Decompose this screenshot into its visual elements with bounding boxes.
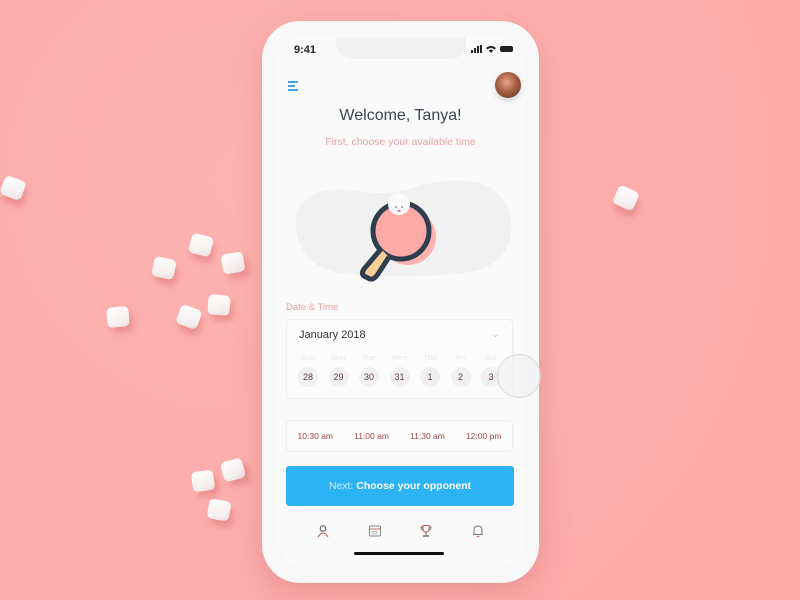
next-prefix: Next: xyxy=(328,480,354,492)
calendar-icon[interactable] xyxy=(368,524,382,538)
day-date[interactable]: 30 xyxy=(359,367,379,387)
day-item[interactable]: Wed 31 xyxy=(385,353,415,387)
user-avatar[interactable] xyxy=(495,72,521,98)
next-choose-opponent-button[interactable]: Next: Choose your opponent xyxy=(286,466,514,506)
day-name: Fri xyxy=(456,353,465,362)
day-item[interactable]: Fri 2 xyxy=(446,353,476,387)
marshmallow xyxy=(151,255,177,281)
marshmallow xyxy=(190,469,216,493)
day-date[interactable]: 2 xyxy=(450,367,471,387)
welcome-title: Welcome, Tanya! xyxy=(339,107,462,124)
day-item[interactable]: Sun 28 xyxy=(293,353,323,387)
profile-icon[interactable] xyxy=(316,524,330,538)
hamburger-menu-icon[interactable] xyxy=(288,81,298,93)
calendar-days: Sun 28 Mon 29 Tue 30 Wed 31 Thu 1 Fri 2 Sat 3 xyxy=(293,353,506,387)
marshmallow xyxy=(220,251,246,275)
day-date[interactable]: 29 xyxy=(328,367,349,387)
month-selector[interactable]: January 2018 xyxy=(299,329,366,341)
wifi-icon xyxy=(486,46,496,53)
date-time-label: Date & Time xyxy=(286,302,339,313)
time-slot[interactable]: 11:00 am xyxy=(354,431,389,441)
day-name: Sun xyxy=(301,353,315,362)
tab-bar xyxy=(316,524,485,538)
signal-icon xyxy=(471,45,482,53)
time-slot[interactable]: 12:00 pm xyxy=(466,431,501,441)
time-slot[interactable]: 10:30 am xyxy=(298,431,333,441)
time-slots: 10:30 am 11:00 am 11:30 am 12:00 pm xyxy=(286,420,513,452)
home-indicator[interactable] xyxy=(354,552,444,555)
day-name: Tue xyxy=(362,353,376,362)
battery-icon xyxy=(500,46,513,52)
day-date[interactable]: 1 xyxy=(420,367,440,387)
day-name: Thu xyxy=(423,353,437,362)
chevron-down-icon[interactable]: ⌄ xyxy=(492,330,499,339)
marshmallow xyxy=(207,294,231,316)
ping-pong-illustration xyxy=(295,180,512,282)
day-name: Wed xyxy=(391,353,408,362)
bell-icon[interactable] xyxy=(471,524,485,538)
day-item[interactable]: Mon 29 xyxy=(324,353,354,387)
day-date[interactable]: 28 xyxy=(298,367,318,387)
calendar-card: January 2018 ⌄ Sun 28 Mon 29 Tue 30 Wed 31 T… xyxy=(286,319,513,399)
marshmallow xyxy=(106,306,130,328)
next-label: Choose your opponent xyxy=(356,480,472,492)
welcome-subtitle: First, choose your available time xyxy=(325,136,476,148)
app-screen: 9:41 Welcome, Tanya! First, choose your … xyxy=(276,37,525,567)
marshmallow xyxy=(206,498,232,522)
day-item[interactable]: Thu 1 xyxy=(415,353,445,387)
status-time: 9:41 xyxy=(294,44,317,56)
day-date[interactable]: 31 xyxy=(389,367,410,387)
time-slot[interactable]: 11:30 am xyxy=(410,431,445,441)
touch-indicator xyxy=(497,354,541,398)
trophy-icon[interactable] xyxy=(419,524,433,538)
phone-frame: 9:41 Welcome, Tanya! First, choose your … xyxy=(262,21,539,583)
status-icons xyxy=(471,45,513,53)
notch xyxy=(335,37,466,59)
day-item[interactable]: Tue 30 xyxy=(354,353,384,387)
day-name: Mon xyxy=(331,353,346,362)
